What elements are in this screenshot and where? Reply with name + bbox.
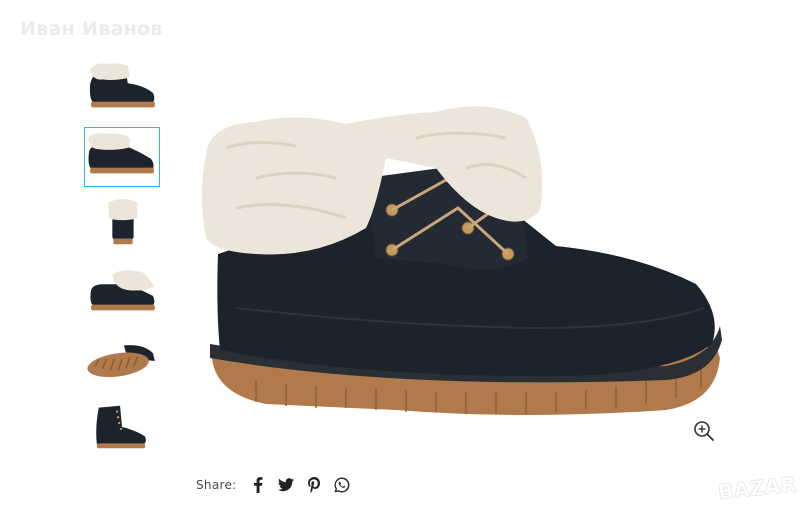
bazar-watermark-logo: BAZAR — [716, 471, 798, 505]
facebook-icon[interactable] — [250, 477, 266, 493]
whatsapp-icon[interactable] — [334, 477, 350, 493]
pinterest-icon[interactable] — [306, 477, 322, 493]
main-product-image[interactable] — [196, 58, 730, 454]
thumbnail-laced-up[interactable] — [84, 396, 160, 457]
share-bar: Share: — [196, 475, 362, 495]
thumbnail-side-profile[interactable] — [84, 126, 160, 187]
seller-name: Иван Иванов — [20, 18, 163, 40]
zoom-button[interactable] — [680, 407, 728, 455]
zoom-in-icon — [694, 421, 714, 441]
thumbnail-side-fur[interactable] — [84, 59, 160, 119]
twitter-icon[interactable] — [278, 477, 295, 493]
thumbnail-side-fur-alt[interactable] — [84, 261, 160, 322]
thumbnail-sole[interactable] — [84, 329, 160, 389]
product-gallery-page: Иван Иванов Share: BAZAR — [0, 0, 800, 522]
share-label: Share: — [196, 478, 237, 492]
thumbnail-list — [84, 59, 160, 464]
thumbnail-back[interactable] — [84, 194, 160, 254]
